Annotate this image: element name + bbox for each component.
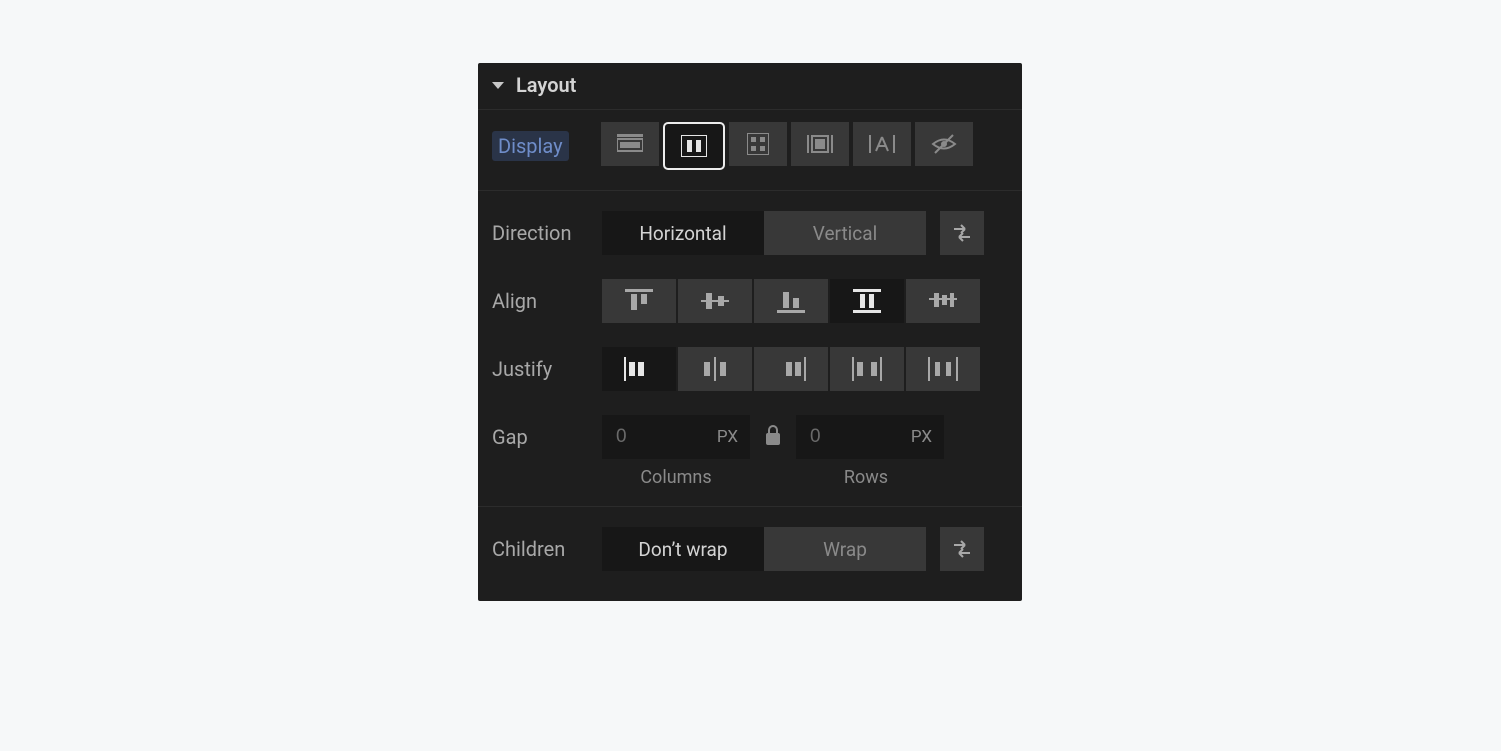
direction-horizontal-button[interactable]: Horizontal (602, 211, 764, 255)
lock-icon (764, 424, 782, 446)
align-baseline-button[interactable] (906, 279, 980, 323)
display-grid-button[interactable] (729, 122, 787, 166)
justify-end-button[interactable] (754, 347, 828, 391)
justify-label: Justify (492, 357, 602, 381)
direction-options: Horizontal Vertical (602, 211, 926, 255)
children-section: Children Don’t wrap Wrap (478, 507, 1022, 601)
justify-start-button[interactable] (602, 347, 676, 391)
align-stretch-button[interactable] (830, 279, 904, 323)
gap-lock-button[interactable] (764, 424, 782, 450)
inline-icon (869, 133, 895, 155)
align-options (602, 279, 980, 323)
gap-columns-input-wrap: PX (602, 415, 750, 459)
justify-between-button[interactable] (830, 347, 904, 391)
align-baseline-icon (929, 289, 957, 313)
display-options (601, 122, 973, 170)
justify-row: Justify (478, 335, 1022, 403)
gap-sublabels: Columns Rows (478, 461, 1022, 488)
justify-end-icon (776, 357, 806, 381)
display-row: Display (478, 110, 1022, 191)
justify-center-icon (700, 357, 730, 381)
gap-row: Gap PX PX (478, 403, 1022, 461)
reverse-icon (951, 539, 973, 559)
display-flex-button[interactable] (663, 122, 725, 170)
justify-start-icon (624, 357, 654, 381)
layout-panel: Layout Display (478, 63, 1022, 601)
gap-rows-unit[interactable]: PX (911, 427, 932, 447)
display-none-button[interactable] (915, 122, 973, 166)
display-label[interactable]: Display (492, 131, 569, 161)
direction-reverse-button[interactable] (940, 211, 984, 255)
gap-rows-sublabel: Rows (792, 467, 940, 488)
collapse-icon (492, 82, 504, 89)
align-end-icon (777, 289, 805, 313)
grid-icon (747, 133, 769, 155)
direction-label: Direction (492, 221, 602, 245)
children-row: Children Don’t wrap Wrap (478, 515, 1022, 583)
gap-columns-input[interactable] (614, 425, 668, 449)
block-icon (617, 134, 643, 154)
justify-options (602, 347, 980, 391)
align-center-icon (701, 289, 729, 313)
justify-center-button[interactable] (678, 347, 752, 391)
align-center-button[interactable] (678, 279, 752, 323)
reverse-icon (951, 223, 973, 243)
direction-row: Direction Horizontal Vertical (478, 199, 1022, 267)
children-label: Children (492, 537, 602, 561)
gap-columns-unit[interactable]: PX (717, 427, 738, 447)
children-nowrap-button[interactable]: Don’t wrap (602, 527, 764, 571)
align-row: Align (478, 267, 1022, 335)
align-start-button[interactable] (602, 279, 676, 323)
panel-title: Layout (516, 73, 576, 97)
flex-icon (681, 135, 707, 157)
flex-section: Direction Horizontal Vertical Align (478, 191, 1022, 507)
direction-vertical-button[interactable]: Vertical (764, 211, 926, 255)
display-inline-button[interactable] (853, 122, 911, 166)
inline-block-icon (807, 133, 833, 155)
hidden-icon (931, 133, 957, 155)
align-start-icon (625, 289, 653, 313)
justify-around-icon (928, 357, 958, 381)
align-label: Align (492, 289, 602, 313)
children-wrap-button[interactable]: Wrap (764, 527, 926, 571)
align-end-button[interactable] (754, 279, 828, 323)
display-inline-block-button[interactable] (791, 122, 849, 166)
panel-header[interactable]: Layout (478, 63, 1022, 110)
gap-rows-input[interactable] (808, 425, 862, 449)
align-stretch-icon (853, 289, 881, 313)
children-options: Don’t wrap Wrap (602, 527, 926, 571)
gap-columns-sublabel: Columns (602, 467, 750, 488)
gap-label: Gap (492, 425, 602, 449)
gap-rows-input-wrap: PX (796, 415, 944, 459)
display-block-button[interactable] (601, 122, 659, 166)
justify-around-button[interactable] (906, 347, 980, 391)
children-reverse-button[interactable] (940, 527, 984, 571)
justify-between-icon (852, 357, 882, 381)
